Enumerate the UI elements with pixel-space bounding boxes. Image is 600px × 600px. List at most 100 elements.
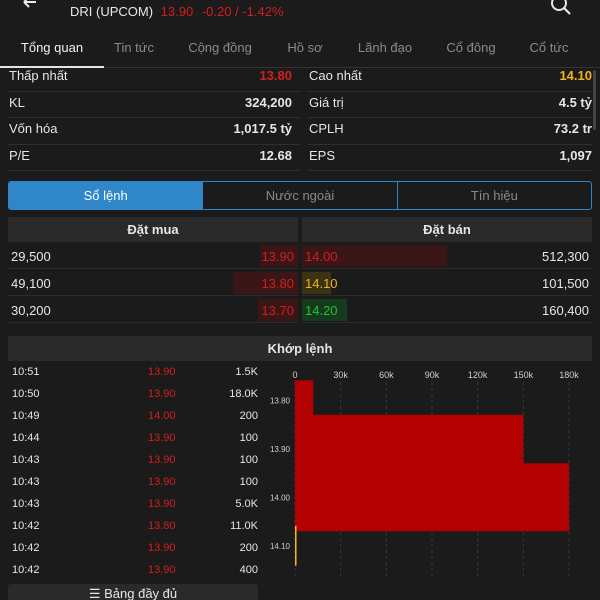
chart-bar — [295, 380, 314, 421]
tab-tin-tuc[interactable]: Tin tức — [104, 32, 164, 68]
tab-bar: Tổng quan Tin tức Cộng đồng Hồ sơ Lãnh đ… — [0, 32, 600, 68]
chart-x-tick: 150k — [514, 370, 534, 380]
sell-price: 14.00 — [305, 249, 338, 264]
tab-cong-dong[interactable]: Cộng đồng — [180, 32, 260, 68]
tab-lanh-dao[interactable]: Lãnh đạo — [345, 32, 425, 68]
pe-value: 12.68 — [259, 147, 292, 163]
buy-header: Đặt mua — [8, 217, 298, 242]
trade-row: 10:51 13.90 1.5K — [8, 362, 258, 384]
trade-price: 13.90 — [148, 432, 176, 444]
chart-x-tick: 90k — [425, 370, 440, 380]
stat-row: P/E 12.68 EPS 1,097 — [0, 145, 600, 171]
buy-volume: 30,200 — [11, 303, 51, 318]
high-value: 14.10 — [559, 68, 592, 83]
divider — [8, 170, 300, 171]
ticker-name: DRI (UPCOM) — [70, 4, 154, 19]
sell-volume: 160,400 — [542, 303, 589, 318]
low-label: Thấp nhất — [9, 68, 68, 83]
chart-x-tick: 120k — [468, 370, 488, 380]
trade-price: 13.90 — [148, 498, 176, 510]
pe-label: P/E — [9, 147, 30, 163]
trade-price: 13.90 — [148, 542, 176, 554]
top-bar: DRI (UPCOM) 13.90 -0.20 / -1.42% — [0, 0, 600, 28]
ticker-price: 13.90 — [160, 4, 194, 19]
stat-row: Thấp nhất 13.80 Cao nhất 14.10 — [0, 65, 600, 92]
trade-price: 13.90 — [148, 388, 176, 400]
back-button[interactable] — [20, 0, 44, 14]
buy-volume: 29,500 — [11, 249, 51, 264]
trade-value-label: Giá trị — [309, 94, 344, 110]
tab-tong-quan[interactable]: Tổng quan — [0, 32, 104, 68]
trade-time: 10:49 — [12, 410, 40, 422]
stat-row: KL 324,200 Giá trị 4.5 tỷ — [0, 92, 600, 118]
arrow-left-icon — [23, 0, 36, 8]
sell-price: 14.10 — [305, 276, 338, 291]
trade-value-value: 4.5 tỷ — [558, 94, 592, 110]
trade-price: 13.90 — [148, 564, 176, 576]
sell-row: 14.00 512,300 — [302, 243, 592, 269]
eps-value: 1,097 — [559, 147, 592, 163]
volume-label: KL — [9, 94, 25, 110]
trade-row: 10:43 13.90 100 — [8, 472, 258, 494]
trade-time: 10:42 — [12, 564, 40, 576]
trade-row: 10:44 13.90 100 — [8, 428, 258, 450]
trade-time: 10:43 — [12, 498, 40, 510]
chart-x-tick: 0 — [292, 370, 297, 380]
volume-value: 324,200 — [245, 94, 292, 110]
shares-value: 73.2 tr — [553, 121, 592, 136]
search-button[interactable] — [550, 0, 574, 16]
sell-volume: 512,300 — [542, 249, 589, 264]
buy-row: 30,200 13.70 — [8, 297, 298, 323]
trade-row: 10:42 13.80 11.0K — [8, 516, 258, 538]
sell-header: Đặt bán — [302, 217, 592, 242]
segment-foreign[interactable]: Nước ngoài — [202, 182, 396, 209]
buy-price: 13.90 — [261, 249, 294, 264]
market-cap-value: 1,017.5 tỷ — [233, 121, 292, 136]
trade-volume: 200 — [239, 410, 258, 422]
trade-time: 10:43 — [12, 476, 40, 488]
chart-x-tick: 30k — [333, 370, 348, 380]
stats-table: Thấp nhất 13.80 Cao nhất 14.10 KL 324,20… — [0, 65, 600, 171]
sell-volume: 101,500 — [542, 276, 589, 291]
trade-time: 10:42 — [12, 520, 40, 532]
matched-orders-header: Khớp lệnh — [8, 336, 592, 361]
chart-x-tick: 180k — [559, 370, 579, 380]
stat-row: Vốn hóa 1,017.5 tỷ CPLH 73.2 tr — [0, 118, 600, 145]
market-cap-label: Vốn hóa — [9, 121, 58, 136]
shares-label: CPLH — [309, 121, 344, 136]
chart-y-tick: 13.90 — [270, 445, 291, 454]
section-switcher: Sổ lệnh Nước ngoài Tín hiệu — [8, 181, 592, 210]
trade-price: 13.90 — [148, 454, 176, 466]
chart-x-tick: 60k — [379, 370, 394, 380]
sell-row: 14.10 101,500 — [302, 270, 592, 296]
tab-co-dong[interactable]: Cổ đông — [433, 32, 509, 68]
trade-price: 14.00 — [148, 410, 176, 422]
trade-volume: 100 — [239, 454, 258, 466]
high-label: Cao nhất — [309, 68, 362, 83]
trade-volume: 100 — [239, 432, 258, 444]
trade-price: 13.90 — [148, 366, 176, 378]
segment-order-book[interactable]: Sổ lệnh — [9, 182, 203, 209]
chart-bar — [295, 463, 569, 532]
low-value: 13.80 — [259, 68, 292, 83]
trade-time: 10:50 — [12, 388, 40, 400]
trade-row: 10:49 14.00 200 — [8, 406, 258, 428]
trade-row: 10:43 13.90 5.0K — [8, 494, 258, 516]
trade-volume: 400 — [239, 564, 258, 576]
trade-volume: 200 — [239, 542, 258, 554]
eps-label: EPS — [309, 147, 336, 163]
tab-ho-so[interactable]: Hồ sơ — [275, 32, 335, 68]
buy-volume: 49,100 — [11, 276, 51, 291]
tab-co-tuc[interactable]: Cổ tức — [518, 32, 580, 68]
volume-by-price-chart: 0 30k 60k 90k 120k 150k 180k 13.80 13.90 14.00 14.… — [270, 370, 579, 576]
trade-volume: 18.0K — [229, 388, 258, 400]
trade-list: 10:51 13.90 1.5K 10:50 13.90 18.0K 10:49 14.00 2… — [8, 362, 258, 582]
trade-time: 10:43 — [12, 454, 40, 466]
segment-signals[interactable]: Tín hiệu — [396, 182, 591, 209]
trade-row: 10:42 13.90 400 — [8, 560, 258, 582]
trade-volume: 100 — [239, 476, 258, 488]
full-table-label: Bảng đầy đủ — [104, 586, 178, 600]
trade-volume: 11.0K — [230, 520, 258, 532]
trade-price: 13.90 — [148, 476, 176, 488]
full-table-button[interactable]: ☰ Bảng đầy đủ — [8, 584, 258, 600]
